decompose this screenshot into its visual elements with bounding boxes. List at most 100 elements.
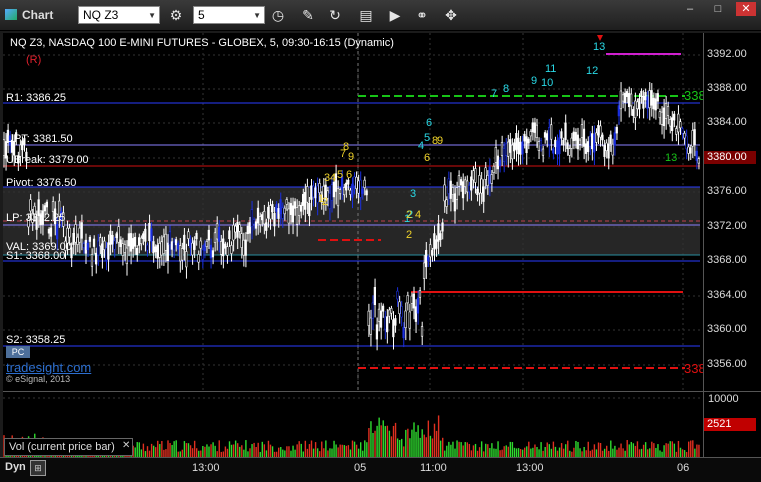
candle-body [568, 148, 571, 156]
candle-body [123, 244, 126, 253]
candle-body [588, 135, 592, 147]
candle-body [285, 199, 288, 205]
sequence-label-yellow: 6 [424, 152, 431, 164]
minimize-icon[interactable]: – [680, 2, 700, 16]
candle-body [427, 256, 430, 262]
candle-body [623, 92, 627, 103]
candle-body [687, 146, 690, 154]
candle-body [498, 159, 502, 166]
candle-body [445, 199, 448, 207]
candle-body [437, 223, 440, 242]
candle-body [140, 237, 143, 244]
dyn-label[interactable]: Dyn [5, 461, 26, 473]
candle-body [644, 92, 647, 101]
candle-body [338, 189, 342, 194]
candle-body [398, 301, 401, 314]
candle-body [556, 140, 559, 155]
price-chart-canvas [3, 33, 700, 391]
volume-study-label[interactable]: Vol (current price bar) [4, 438, 133, 456]
play-icon[interactable]: ▶ [385, 5, 405, 25]
candle-body [152, 241, 155, 254]
close-icon[interactable]: ✕ [122, 440, 130, 451]
candle-body [328, 192, 331, 210]
candle-body [3, 139, 5, 156]
quote-icon[interactable]: ▤ [356, 5, 376, 25]
candle-body [181, 248, 184, 261]
candle-body [562, 139, 565, 146]
tools-icon[interactable]: ✥ [441, 5, 461, 25]
candle-body [511, 144, 514, 160]
candle-body [578, 139, 581, 145]
candle-body [494, 147, 497, 163]
candle-body [693, 129, 696, 145]
sequence-label-yellow: 5 [337, 169, 344, 181]
candle-body [92, 238, 96, 247]
candle-body [220, 241, 223, 255]
chart-header: NQ Z3, NASDAQ 100 E-MINI FUTURES - GLOBE… [10, 37, 394, 49]
candle-body [189, 239, 192, 249]
close-icon[interactable]: ✕ [736, 2, 756, 16]
candle-body [43, 205, 46, 212]
candle-body [459, 179, 463, 186]
candle-body [617, 105, 620, 117]
candle-body [418, 290, 422, 298]
symbol-input[interactable]: NQ Z3 ▼ [78, 6, 160, 24]
candle-body [504, 143, 508, 156]
candle-body [443, 184, 446, 202]
pencil-icon[interactable]: ✎ [298, 5, 318, 25]
candle-body [246, 225, 249, 235]
volume-axis-top: 10000 [708, 393, 739, 405]
chevron-down-icon[interactable]: ▼ [148, 11, 156, 20]
price-tick-label: 3356.00 [707, 358, 747, 370]
candle-body [597, 124, 600, 136]
sequence-label-yellow: 6 [346, 169, 353, 181]
candle-body [605, 142, 608, 151]
chevron-down-icon[interactable]: ▼ [253, 11, 261, 20]
candle-body [217, 226, 221, 242]
candle-body [652, 97, 655, 110]
candle-body [537, 141, 540, 151]
candle-body [488, 166, 491, 185]
candle-body [470, 176, 473, 191]
sequence-label-cyan: 3 [410, 188, 417, 200]
time-tick-label: 13:00 [516, 462, 544, 474]
candle-body [394, 318, 397, 326]
candle-body [238, 224, 241, 232]
candle-body [381, 305, 385, 312]
refresh-icon[interactable]: ↻ [325, 5, 345, 25]
candle-body [619, 90, 622, 110]
clock-icon[interactable]: ◷ [268, 5, 288, 25]
dynamic-scale-icon[interactable]: ⊞ [30, 460, 46, 476]
candle-body [646, 96, 649, 109]
candle-body [599, 125, 602, 138]
candle-body [306, 186, 309, 203]
candle-body [271, 204, 274, 213]
time-tick-label: 06 [677, 462, 690, 474]
candle-body [388, 309, 391, 317]
sequence-label-yellow: 2 [406, 229, 413, 241]
link-icon[interactable]: ⚭ [412, 5, 432, 25]
candle-body [135, 247, 139, 255]
candle-body [105, 247, 108, 261]
candle-body [648, 90, 651, 109]
interval-input[interactable]: 5 ▼ [193, 6, 265, 24]
candle-body [154, 246, 157, 253]
candle-body [502, 148, 506, 162]
candle-body [410, 295, 413, 304]
candle-body [209, 244, 213, 259]
candle-body [29, 199, 32, 212]
candle-body [673, 113, 676, 121]
candle-body [293, 201, 297, 209]
candle-body [424, 249, 428, 268]
time-tick-label: 05 [354, 462, 367, 474]
candle-body [201, 249, 204, 260]
settings-icon[interactable]: ⚙ [166, 5, 186, 25]
price-chart[interactable] [3, 33, 703, 391]
candle-body [463, 179, 467, 188]
candle-body [97, 240, 100, 256]
window-title: Chart [22, 8, 54, 22]
candle-body [121, 243, 124, 256]
candle-body [451, 187, 454, 195]
candle-body [142, 233, 145, 239]
maximize-icon[interactable]: □ [708, 2, 728, 16]
